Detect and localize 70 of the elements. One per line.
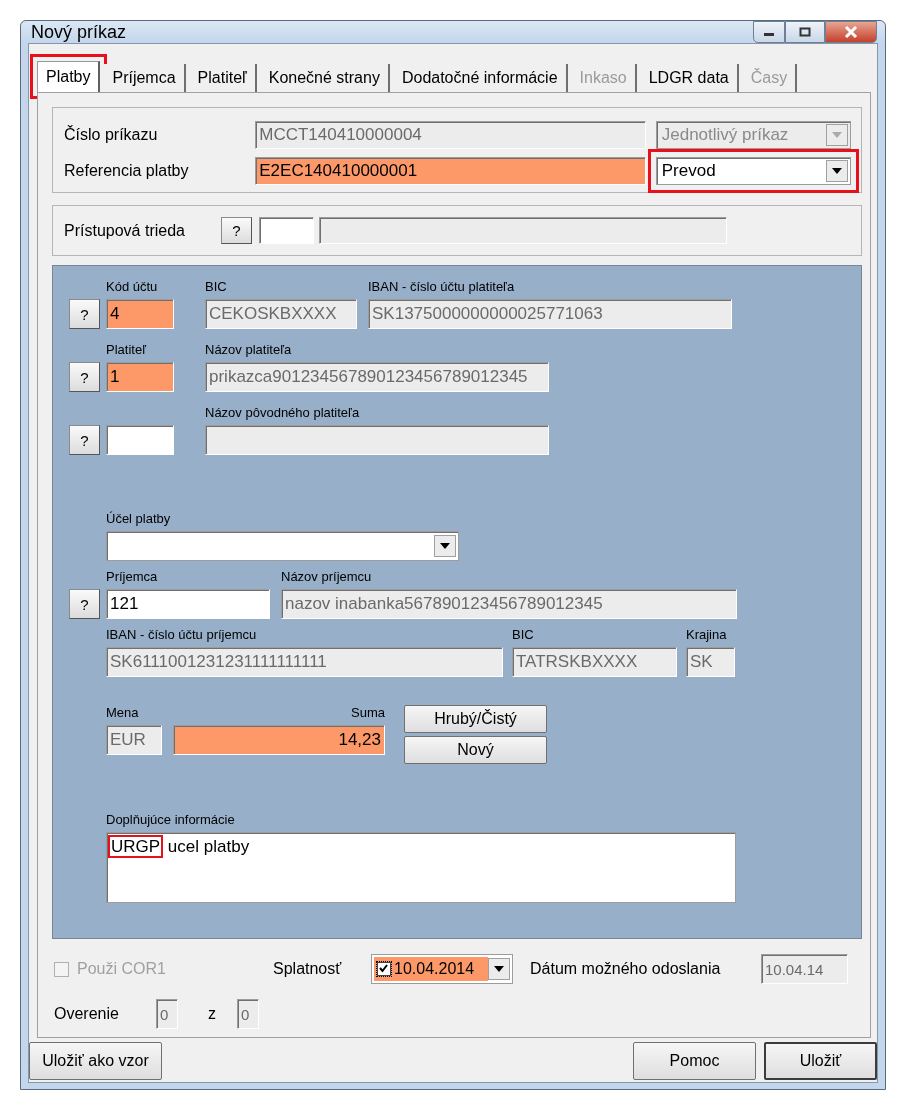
field-label: Príjemca xyxy=(106,569,159,584)
action-button[interactable]: Uložiť ako vzor xyxy=(29,1042,162,1080)
field-label: Kód účtu xyxy=(106,279,159,294)
field-label: z xyxy=(208,1005,217,1023)
dropdown[interactable] xyxy=(106,531,459,561)
action-button[interactable]: Uložiť xyxy=(764,1042,877,1080)
field-label: Krajina xyxy=(686,627,728,642)
date-picker[interactable]: 10.04.2014 xyxy=(371,954,513,984)
help-button[interactable]: ? xyxy=(69,299,100,329)
input-field[interactable] xyxy=(205,425,549,455)
maximize-button[interactable] xyxy=(785,21,825,43)
help-button[interactable]: ? xyxy=(221,217,252,244)
caret-icon xyxy=(832,168,842,174)
input-field[interactable]: TATRSKBXXXX xyxy=(512,647,677,677)
action-button[interactable]: Hrubý/Čistý xyxy=(404,705,547,733)
field-label: Dátum možného odoslania xyxy=(530,960,722,978)
input-field[interactable]: SK1375000000000025771063 xyxy=(368,299,732,329)
input-field[interactable]: EUR xyxy=(106,725,162,755)
input-field[interactable]: SK xyxy=(686,647,735,677)
input-field[interactable]: prikazca901234567890123456789012345 xyxy=(205,362,549,392)
help-button[interactable]: ? xyxy=(69,425,100,455)
field-label: Prístupová trieda xyxy=(64,221,186,240)
help-button[interactable]: ? xyxy=(69,589,100,619)
maximize-icon xyxy=(799,27,811,37)
caret-icon xyxy=(494,966,504,972)
field-label: Overenie xyxy=(54,1005,120,1023)
field-label: Názov príjemcu xyxy=(281,569,373,584)
input-field[interactable] xyxy=(259,217,314,244)
field-label: BIC xyxy=(205,279,228,294)
field-label: Účel platby xyxy=(106,511,172,526)
minimize-button[interactable] xyxy=(753,21,785,43)
field-label: IBAN - číslo účtu príjemcu xyxy=(106,627,258,642)
field-label: Číslo príkazu xyxy=(64,126,159,144)
action-button[interactable]: Nový xyxy=(404,736,547,764)
field-label: Suma xyxy=(350,705,385,720)
input-field[interactable]: nazov inabanka567890123456789012345 xyxy=(281,589,737,619)
highlighted-text: URGP xyxy=(108,835,164,858)
field-label: Splatnosť xyxy=(273,960,343,978)
checkbox[interactable] xyxy=(377,962,391,976)
input-field[interactable] xyxy=(319,217,727,244)
input-field[interactable]: MCCT140410000004 xyxy=(255,121,646,149)
action-button[interactable]: Pomoc xyxy=(633,1042,756,1080)
input-field[interactable]: E2EC140410000001 xyxy=(255,157,646,185)
field-label: Názov pôvodného platiteľa xyxy=(205,405,361,420)
help-button[interactable]: ? xyxy=(69,362,100,392)
input-field[interactable] xyxy=(106,425,174,455)
field-label: IBAN - číslo účtu platiteľa xyxy=(368,279,516,294)
checkbox-label: Použi COR1 xyxy=(77,960,167,978)
input-field[interactable]: 10.04.14 xyxy=(761,954,848,984)
window-title: Nový príkaz xyxy=(31,21,127,43)
input-field[interactable]: 4 xyxy=(106,299,174,329)
input-field[interactable]: CEKOSKBXXXX xyxy=(205,299,357,329)
caret-icon xyxy=(832,132,842,138)
caret-icon xyxy=(440,543,450,549)
input-field[interactable]: 0 xyxy=(156,999,178,1029)
input-field[interactable]: SK6111001231231111111111 xyxy=(106,647,503,677)
field-label: Platiteľ xyxy=(106,342,148,357)
close-icon xyxy=(844,26,858,38)
input-field[interactable]: 1 xyxy=(106,362,174,392)
text-area[interactable]: URGP ucel platby xyxy=(106,832,736,903)
field-label: Názov platiteľa xyxy=(205,342,293,357)
field-label: Mena xyxy=(106,705,140,720)
input-field[interactable]: 0 xyxy=(237,999,259,1029)
input-field[interactable]: 14,23 xyxy=(173,725,385,755)
field-label: Doplňujúce informácie xyxy=(106,812,236,827)
tab[interactable]: Príjemca xyxy=(104,64,186,92)
field-label: Referencia platby xyxy=(64,162,190,180)
close-button[interactable] xyxy=(825,21,877,43)
input-field[interactable]: 121 xyxy=(106,589,270,619)
field-label: BIC xyxy=(512,627,535,642)
